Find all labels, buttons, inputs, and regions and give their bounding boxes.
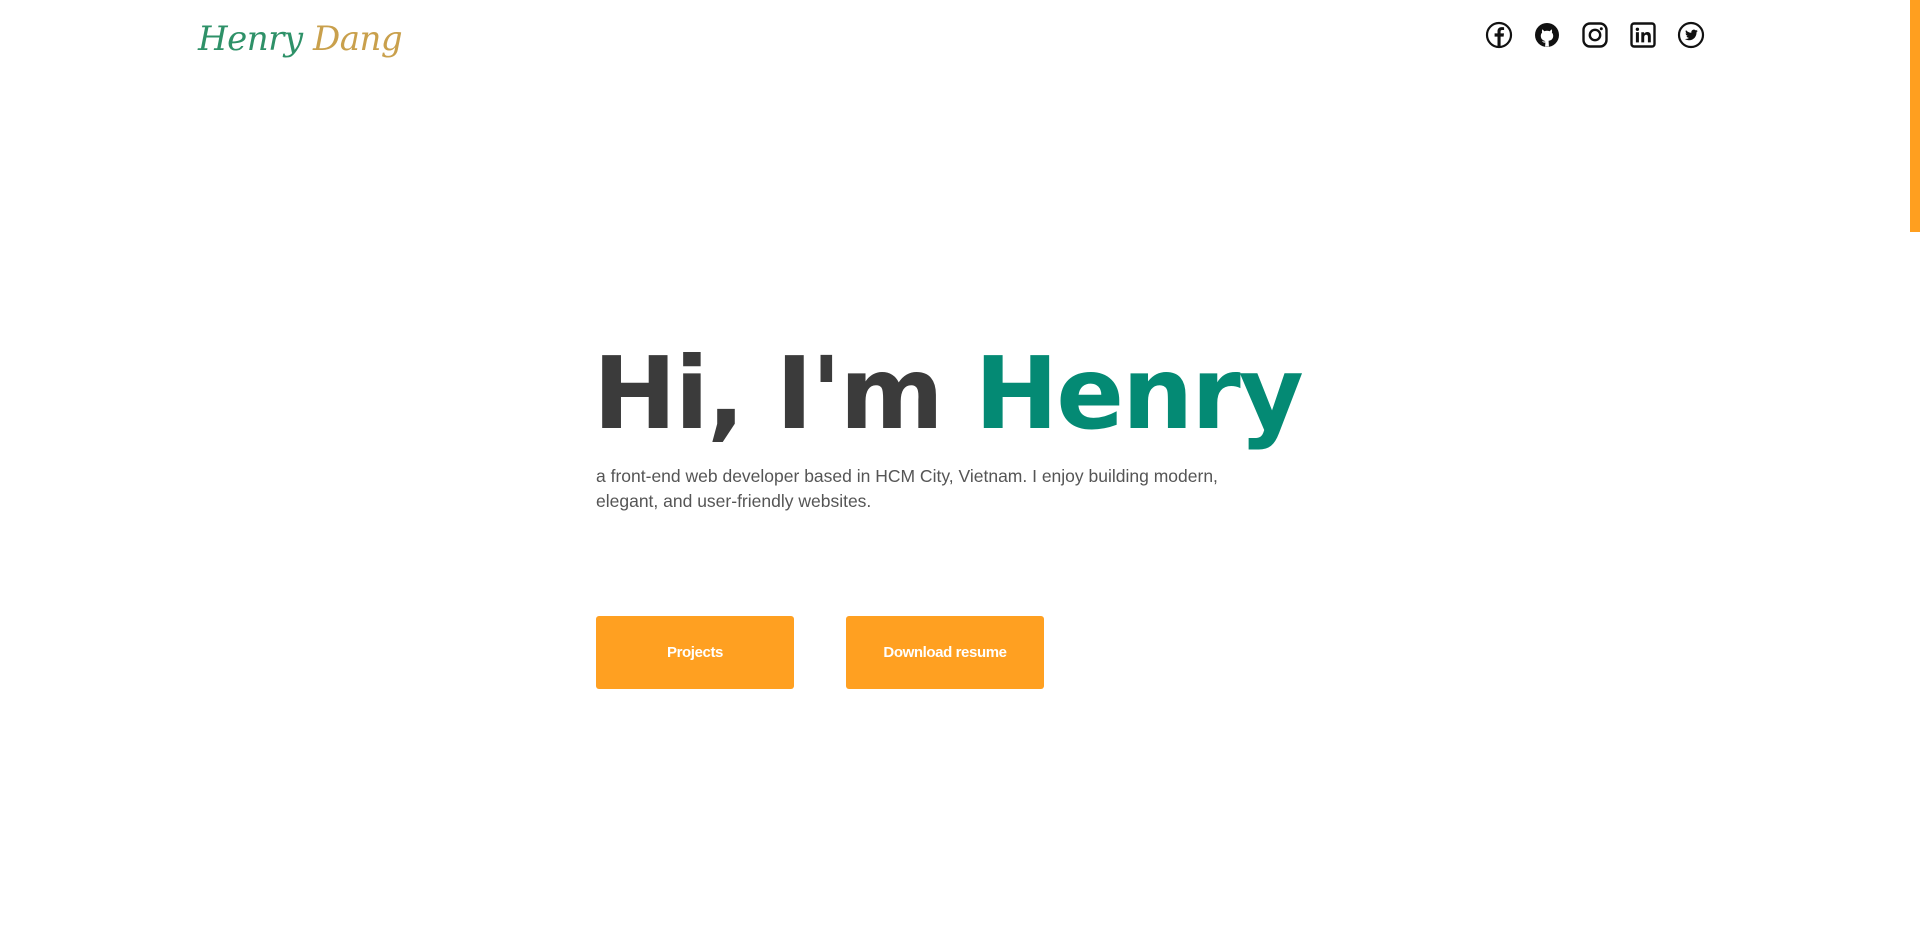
facebook-link[interactable]	[1485, 19, 1513, 51]
hero-actions: Projects Download resume	[596, 616, 1044, 689]
hero-title-prefix: Hi, I'm	[593, 335, 975, 452]
instagram-link[interactable]	[1581, 19, 1609, 51]
instagram-icon	[1582, 22, 1608, 48]
twitter-icon	[1677, 21, 1705, 49]
social-links	[1485, 19, 1705, 51]
facebook-icon	[1485, 21, 1513, 49]
hero-title: Hi, I'm Henry	[593, 334, 1304, 454]
linkedin-icon	[1630, 22, 1656, 48]
logo-last-name: Dang	[312, 19, 403, 59]
scroll-progress-bar	[1910, 0, 1920, 232]
page: Henry Dang Hi, I'm Henry a front-end web…	[0, 0, 1920, 928]
github-link[interactable]	[1533, 19, 1561, 51]
site-logo[interactable]: Henry Dang	[198, 14, 403, 64]
github-icon	[1535, 23, 1559, 47]
hero-title-name: Henry	[974, 335, 1304, 452]
twitter-link[interactable]	[1677, 19, 1705, 51]
download-resume-button[interactable]: Download resume	[846, 616, 1044, 689]
hero-section: Hi, I'm Henry a front-end web developer …	[593, 334, 1304, 514]
linkedin-link[interactable]	[1629, 19, 1657, 51]
hero-description: a front-end web developer based in HCM C…	[596, 466, 1218, 511]
projects-button[interactable]: Projects	[596, 616, 794, 689]
logo-first-name: Henry	[198, 19, 303, 59]
